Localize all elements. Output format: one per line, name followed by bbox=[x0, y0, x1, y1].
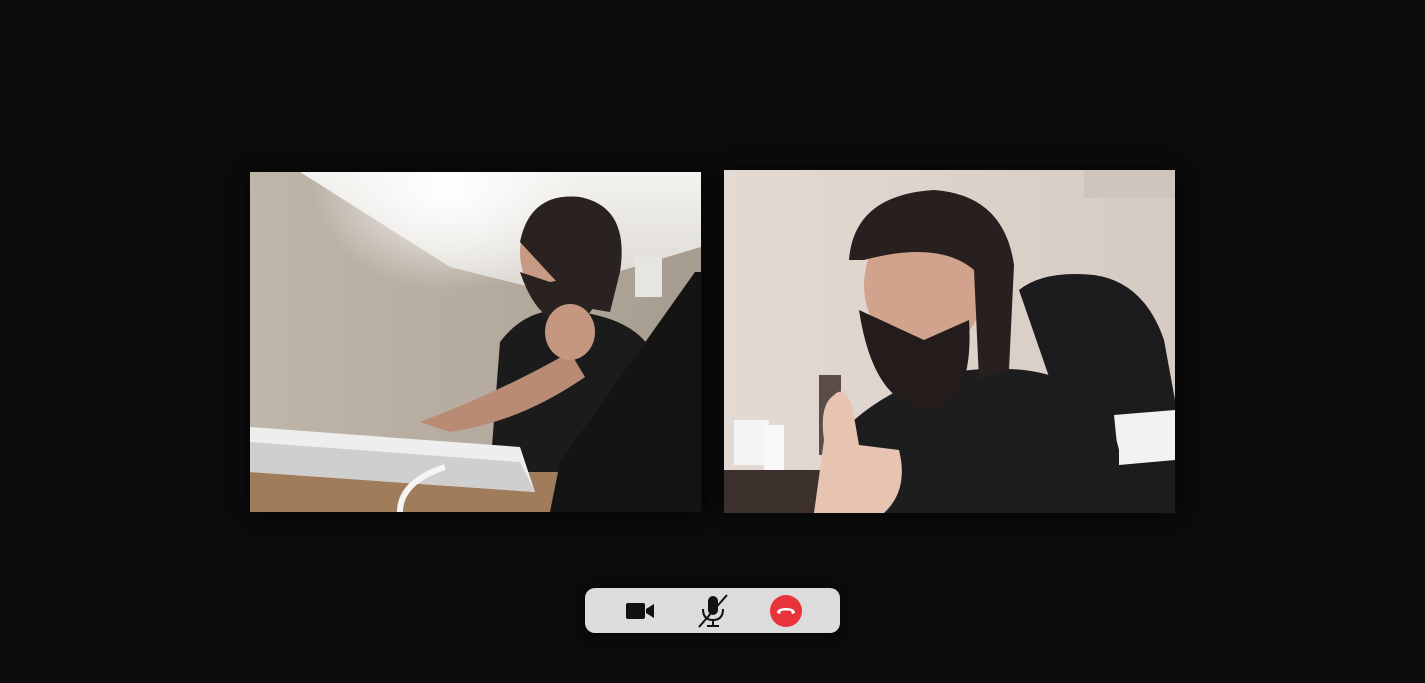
participant-video-feed bbox=[250, 172, 701, 512]
video-camera-icon bbox=[625, 601, 655, 621]
video-call-stage bbox=[0, 0, 1425, 683]
call-control-bar bbox=[585, 588, 840, 633]
end-call-button[interactable] bbox=[766, 591, 806, 631]
microphone-muted-icon bbox=[696, 593, 730, 629]
participant-video-tile-1[interactable] bbox=[250, 172, 701, 512]
participant-video-tile-2[interactable] bbox=[724, 170, 1175, 513]
toggle-camera-button[interactable] bbox=[620, 591, 660, 631]
toggle-microphone-button[interactable] bbox=[693, 591, 733, 631]
phone-hangup-icon bbox=[769, 594, 803, 628]
participant-video-feed bbox=[724, 170, 1175, 513]
